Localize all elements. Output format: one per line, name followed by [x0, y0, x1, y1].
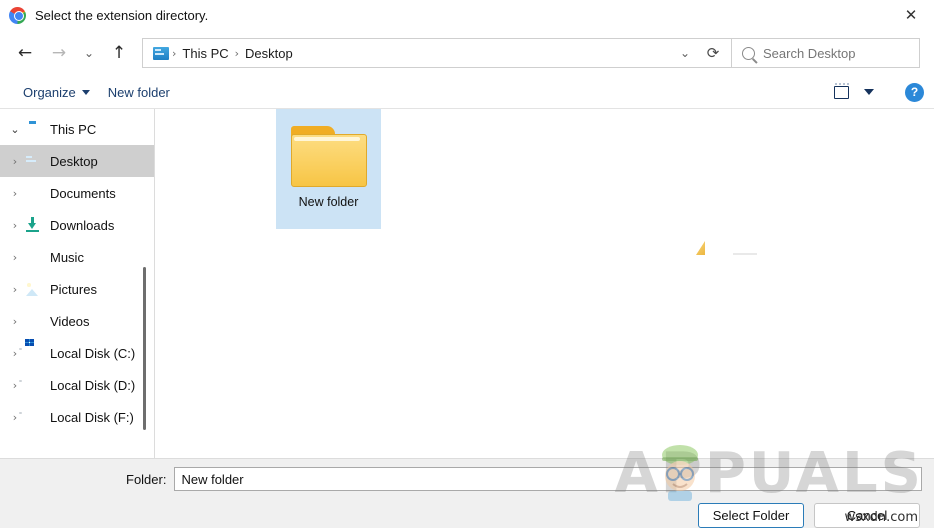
- view-mode-button[interactable]: [825, 82, 883, 103]
- sidebar-item-downloads[interactable]: › Downloads: [0, 209, 154, 241]
- chrome-icon: [9, 6, 26, 24]
- sidebar-item-documents[interactable]: › Documents: [0, 177, 154, 209]
- sidebar-item-videos[interactable]: › Videos: [0, 305, 154, 337]
- videos-icon: [24, 313, 42, 329]
- breadcrumb-this-pc[interactable]: This PC: [177, 46, 233, 61]
- navigation-bar: ← → ⌄ ↑ › This PC › Desktop ⌄ ⟳ Search D…: [0, 30, 934, 76]
- sidebar-item-label: Local Disk (F:): [50, 409, 134, 425]
- address-bar[interactable]: › This PC › Desktop ⌄ ⟳: [142, 38, 732, 68]
- windows-disk-icon: [24, 345, 42, 361]
- organize-label: Organize: [23, 84, 76, 100]
- search-placeholder: Search Desktop: [763, 45, 856, 61]
- sidebar-item-label: Videos: [50, 313, 90, 329]
- sidebar-item-local-disk-d[interactable]: › Local Disk (D:): [0, 369, 154, 401]
- chevron-right-icon[interactable]: ›: [6, 251, 24, 264]
- chevron-right-icon[interactable]: ›: [6, 219, 24, 232]
- help-button[interactable]: ?: [905, 82, 924, 102]
- select-folder-button[interactable]: Select Folder: [698, 503, 804, 528]
- downloads-icon: [24, 217, 42, 233]
- breadcrumb-desktop[interactable]: Desktop: [240, 46, 298, 61]
- folder-name-row: Folder: New folder: [0, 459, 934, 491]
- sidebar-item-local-disk-c[interactable]: › Local Disk (C:): [0, 337, 154, 369]
- folder-field-label: Folder:: [126, 471, 167, 487]
- search-input[interactable]: Search Desktop: [732, 38, 920, 68]
- sidebar-item-label: Desktop: [50, 153, 98, 169]
- sidebar-item-desktop[interactable]: › Desktop: [0, 145, 154, 177]
- file-picker-dialog: Select the extension directory. ✕ ← → ⌄ …: [0, 0, 934, 528]
- folder-name-input[interactable]: New folder: [174, 467, 922, 491]
- documents-icon: [24, 185, 42, 201]
- sidebar-item-local-disk-f[interactable]: › Local Disk (F:): [0, 401, 154, 433]
- sidebar-item-label: This PC: [50, 121, 97, 137]
- sidebar-item-label: Pictures: [50, 281, 97, 297]
- file-item-label: New folder: [298, 195, 359, 209]
- dialog-footer: Folder: New folder Select Folder Cancel: [0, 458, 934, 528]
- chevron-right-icon[interactable]: ›: [6, 155, 24, 168]
- sidebar-scrollbar-thumb[interactable]: [143, 267, 146, 430]
- navigation-pane: ⌄ This PC › Desktop › Documents › Downlo…: [0, 109, 155, 458]
- recent-locations-button[interactable]: ⌄: [76, 37, 102, 69]
- sidebar-item-label: Documents: [50, 185, 116, 201]
- pictures-icon: [24, 281, 42, 297]
- music-icon: [24, 249, 42, 265]
- organize-button[interactable]: Organize: [14, 81, 99, 104]
- chevron-down-icon: [864, 89, 874, 95]
- forward-button[interactable]: →: [42, 37, 76, 69]
- dialog-body: ⌄ This PC › Desktop › Documents › Downlo…: [0, 108, 934, 458]
- disk-icon: [24, 409, 42, 425]
- action-buttons: Select Folder Cancel: [698, 503, 920, 528]
- close-icon[interactable]: ✕: [888, 0, 934, 30]
- command-toolbar: Organize New folder ?: [0, 76, 934, 108]
- sidebar-item-label: Downloads: [50, 217, 115, 233]
- chevron-down-icon[interactable]: ⌄: [6, 123, 24, 136]
- desktop-icon: [153, 46, 169, 60]
- view-mode-icon: [834, 82, 850, 99]
- sidebar-item-label: Local Disk (C:): [50, 345, 136, 361]
- refresh-icon[interactable]: ⟳: [699, 39, 727, 67]
- up-button[interactable]: ↑: [102, 37, 136, 69]
- drag-ghost-artifact: [733, 253, 757, 255]
- file-list-area[interactable]: New folder: [155, 109, 934, 458]
- new-folder-button[interactable]: New folder: [99, 81, 179, 104]
- title-bar: Select the extension directory. ✕: [0, 0, 934, 30]
- computer-icon: [24, 121, 42, 137]
- window-title: Select the extension directory.: [35, 7, 209, 23]
- sidebar-item-label: Local Disk (D:): [50, 377, 136, 393]
- cancel-button[interactable]: Cancel: [814, 503, 920, 528]
- chevron-right-icon[interactable]: ›: [6, 187, 24, 200]
- folder-icon: [290, 126, 367, 187]
- chevron-down-icon: [81, 89, 90, 95]
- sidebar-item-this-pc[interactable]: ⌄ This PC: [0, 113, 154, 145]
- search-icon: [742, 46, 755, 60]
- chevron-right-icon[interactable]: ›: [6, 283, 24, 296]
- sidebar-item-pictures[interactable]: › Pictures: [0, 273, 154, 305]
- sidebar-item-music[interactable]: › Music: [0, 241, 154, 273]
- file-item-new-folder[interactable]: New folder: [276, 109, 381, 229]
- desktop-icon: [24, 153, 42, 169]
- chevron-right-icon[interactable]: ›: [6, 315, 24, 328]
- back-button[interactable]: ←: [8, 37, 42, 69]
- drag-ghost-artifact: [696, 241, 705, 255]
- chevron-down-icon[interactable]: ⌄: [671, 39, 699, 67]
- disk-icon: [24, 377, 42, 393]
- sidebar-item-label: Music: [50, 249, 84, 265]
